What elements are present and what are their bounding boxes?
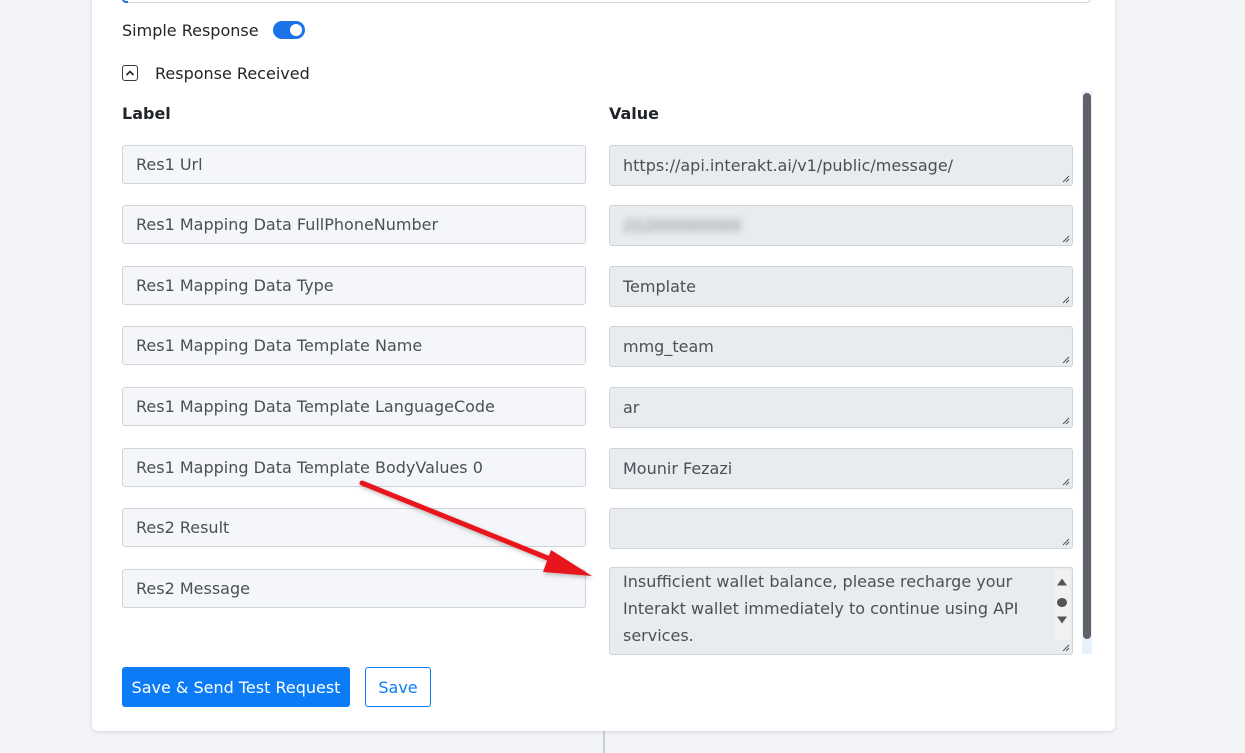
page-scrollbar-thumb[interactable]	[1083, 93, 1091, 639]
row-value-text: ar	[623, 398, 640, 417]
row-value[interactable]: https://api.interakt.ai/v1/public/messag…	[609, 145, 1073, 186]
resize-grip-icon[interactable]	[1061, 355, 1070, 364]
top-input-field[interactable]	[122, 0, 1091, 3]
row-value-text: https://api.interakt.ai/v1/public/messag…	[623, 156, 954, 175]
row-value-text: 212XXXXXXXX	[623, 216, 742, 235]
row-label: Res2 Result	[122, 508, 586, 547]
resize-grip-icon[interactable]	[1061, 537, 1070, 546]
resize-grip-icon[interactable]	[1061, 234, 1070, 243]
scroll-down-icon[interactable]	[1057, 616, 1067, 624]
row-value-text: Template	[623, 277, 697, 296]
background-divider	[603, 731, 605, 753]
resize-grip-icon[interactable]	[1061, 295, 1070, 304]
row-value[interactable]	[609, 508, 1073, 549]
row-label: Res2 Message	[122, 569, 586, 608]
save-button[interactable]: Save	[365, 667, 431, 707]
save-send-test-request-button[interactable]: Save & Send Test Request	[122, 667, 350, 707]
row-value[interactable]: Mounir Fezazi	[609, 448, 1073, 489]
row-label: Res1 Mapping Data Template Name	[122, 326, 586, 365]
scroll-thumb[interactable]	[1057, 598, 1067, 607]
simple-response-toggle[interactable]	[272, 21, 305, 39]
row-label: Res1 Mapping Data Template BodyValues 0	[122, 448, 586, 487]
resize-grip-icon[interactable]	[1061, 643, 1070, 652]
row-label: Res1 Mapping Data FullPhoneNumber	[122, 205, 586, 244]
value-column-header: Value	[609, 104, 660, 123]
simple-response-row: Simple Response	[122, 18, 305, 42]
row-value[interactable]: Template	[609, 266, 1073, 307]
row-value-text: Insufficient wallet balance, please rech…	[623, 572, 1019, 645]
resize-grip-icon[interactable]	[1061, 174, 1070, 183]
row-value[interactable]: ar	[609, 387, 1073, 428]
row-label: Res1 Url	[122, 145, 586, 184]
chevron-up-icon[interactable]	[122, 65, 138, 81]
row-value-text: mmg_team	[623, 337, 714, 356]
row-value[interactable]: mmg_team	[609, 326, 1073, 367]
simple-response-label: Simple Response	[122, 20, 259, 40]
resize-grip-icon[interactable]	[1061, 477, 1070, 486]
response-received-title: Response Received	[155, 63, 310, 83]
res2-message-value[interactable]: Insufficient wallet balance, please rech…	[609, 567, 1073, 655]
row-label: Res1 Mapping Data Template LanguageCode	[122, 387, 586, 426]
row-value[interactable]: 212XXXXXXXX	[609, 205, 1073, 246]
scroll-up-icon[interactable]	[1057, 578, 1067, 586]
response-received-header: Response Received	[122, 61, 310, 85]
row-value-text: Mounir Fezazi	[623, 459, 733, 478]
textarea-scrollbar[interactable]	[1054, 570, 1070, 640]
resize-grip-icon[interactable]	[1061, 416, 1070, 425]
row-label: Res1 Mapping Data Type	[122, 266, 586, 305]
label-column-header: Label	[122, 104, 171, 123]
